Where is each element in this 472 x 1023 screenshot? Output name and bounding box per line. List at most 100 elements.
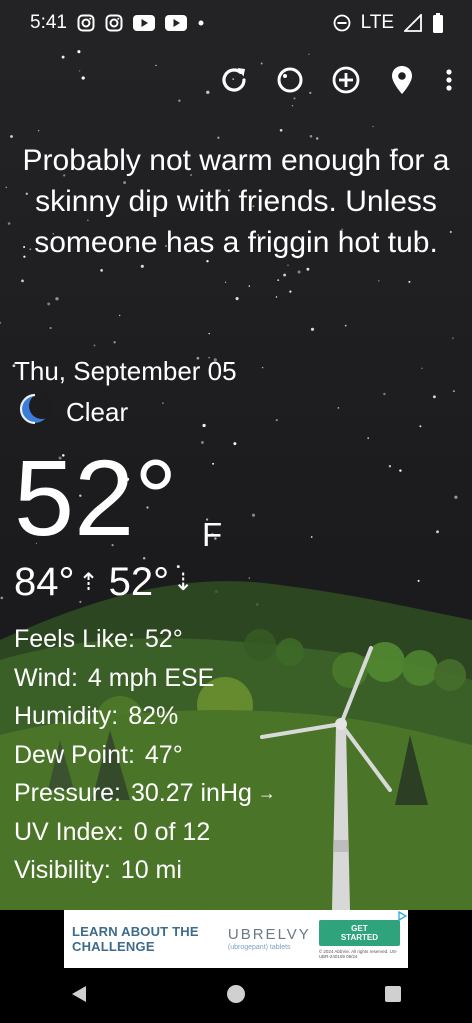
network-type: LTE xyxy=(360,12,394,33)
overflow-menu-icon[interactable] xyxy=(440,62,458,98)
ad-text: LEARN ABOUT THE CHALLENGE xyxy=(72,924,199,954)
star xyxy=(61,55,65,59)
star xyxy=(452,390,455,393)
star xyxy=(202,423,206,428)
star xyxy=(200,441,204,444)
detail-row: Pressure: 30.27 inHg → xyxy=(14,774,276,813)
instagram-icon xyxy=(105,14,123,32)
star xyxy=(251,513,256,517)
detail-row: UV Index: 0 of 12 xyxy=(14,813,276,852)
star xyxy=(306,267,310,271)
star xyxy=(113,341,116,344)
star xyxy=(309,134,313,138)
star xyxy=(337,407,340,409)
star xyxy=(308,53,310,55)
star xyxy=(37,129,40,132)
high-temperature: 84° xyxy=(14,560,75,604)
star xyxy=(93,344,96,347)
pressure-trend-arrow-icon: → xyxy=(257,783,276,803)
home-button[interactable] xyxy=(225,983,247,1010)
star xyxy=(81,76,85,80)
star xyxy=(55,297,59,301)
star xyxy=(279,128,283,132)
detail-value: 4 mph ESE xyxy=(87,663,215,692)
add-location-icon[interactable] xyxy=(328,62,364,98)
star xyxy=(287,264,289,266)
star xyxy=(162,402,164,404)
star xyxy=(49,326,52,330)
detail-row: Humidity: 82% xyxy=(14,697,276,736)
arrow-up-icon: ⇡ xyxy=(78,569,99,596)
condition-row: Clear xyxy=(18,392,128,433)
star xyxy=(0,596,4,600)
battery-icon xyxy=(432,13,444,33)
star xyxy=(291,105,294,107)
star xyxy=(277,279,280,282)
star xyxy=(7,222,11,225)
star xyxy=(248,285,251,287)
star xyxy=(283,273,287,277)
detail-row: Dew Point: 47° xyxy=(14,736,276,775)
instagram-icon xyxy=(77,14,95,32)
adchoices-icon[interactable] xyxy=(396,910,408,922)
star xyxy=(21,279,24,283)
star xyxy=(297,270,301,274)
detail-label: Pressure: xyxy=(14,779,121,807)
detail-row: Feels Like: 52° xyxy=(14,620,276,659)
star xyxy=(47,302,51,306)
star xyxy=(261,366,264,369)
location-pin-icon[interactable] xyxy=(384,62,420,98)
top-toolbar xyxy=(216,60,458,100)
star xyxy=(155,64,157,67)
navigation-bar xyxy=(0,970,472,1023)
star xyxy=(100,269,103,272)
arrow-down-icon: ⇣ xyxy=(173,569,194,596)
star xyxy=(310,327,315,331)
star xyxy=(367,437,370,439)
star xyxy=(140,264,144,268)
star xyxy=(5,186,8,189)
star xyxy=(233,442,237,446)
ad-brand: UBRELVY (ubrogepant) tablets xyxy=(228,927,311,951)
ad-banner[interactable]: LEARN ABOUT THE CHALLENGE UBRELVY (ubrog… xyxy=(64,910,408,968)
ad-get-started-button[interactable]: GET STARTED xyxy=(318,919,400,946)
moon-icon xyxy=(18,392,55,433)
weather-date: Thu, September 05 xyxy=(14,356,237,386)
detail-value: 10 mi xyxy=(120,856,182,884)
status-right: LTE xyxy=(333,12,444,34)
dot-icon xyxy=(197,19,205,27)
refresh-icon[interactable] xyxy=(216,62,252,98)
star xyxy=(289,290,292,293)
temperature-unit: F xyxy=(202,516,223,553)
high-low-temperature: 84° ⇡ 52° ⇣ xyxy=(14,560,203,605)
star xyxy=(454,495,458,499)
star xyxy=(275,418,278,422)
detail-value: 82% xyxy=(128,702,179,730)
recents-button[interactable] xyxy=(382,983,404,1010)
star xyxy=(217,136,220,139)
star xyxy=(310,536,313,538)
star xyxy=(208,332,210,335)
star xyxy=(372,125,374,128)
star xyxy=(452,337,454,339)
star xyxy=(388,465,392,468)
detail-value: 0 of 12 xyxy=(133,817,211,846)
star xyxy=(408,280,411,283)
current-temperature: 52° xyxy=(14,437,178,558)
star xyxy=(78,70,81,72)
star xyxy=(77,50,81,54)
star xyxy=(10,135,13,138)
weather-details: Feels Like: 52° Wind: 4 mph ESE Humidity… xyxy=(14,620,276,890)
star xyxy=(421,367,423,369)
back-button[interactable] xyxy=(68,983,90,1010)
star xyxy=(417,579,420,582)
star xyxy=(383,392,386,396)
status-bar: 5:41 LTE xyxy=(0,0,472,46)
do-not-disturb-icon xyxy=(333,14,351,32)
detail-row: Visibility: 10 mi xyxy=(14,851,276,890)
star xyxy=(235,297,239,301)
ad-right: GET STARTED © 2024 AbbVie. All rights re… xyxy=(318,919,400,959)
theme-icon[interactable] xyxy=(272,62,308,98)
detail-value: 52° xyxy=(144,625,183,653)
star xyxy=(432,395,436,399)
